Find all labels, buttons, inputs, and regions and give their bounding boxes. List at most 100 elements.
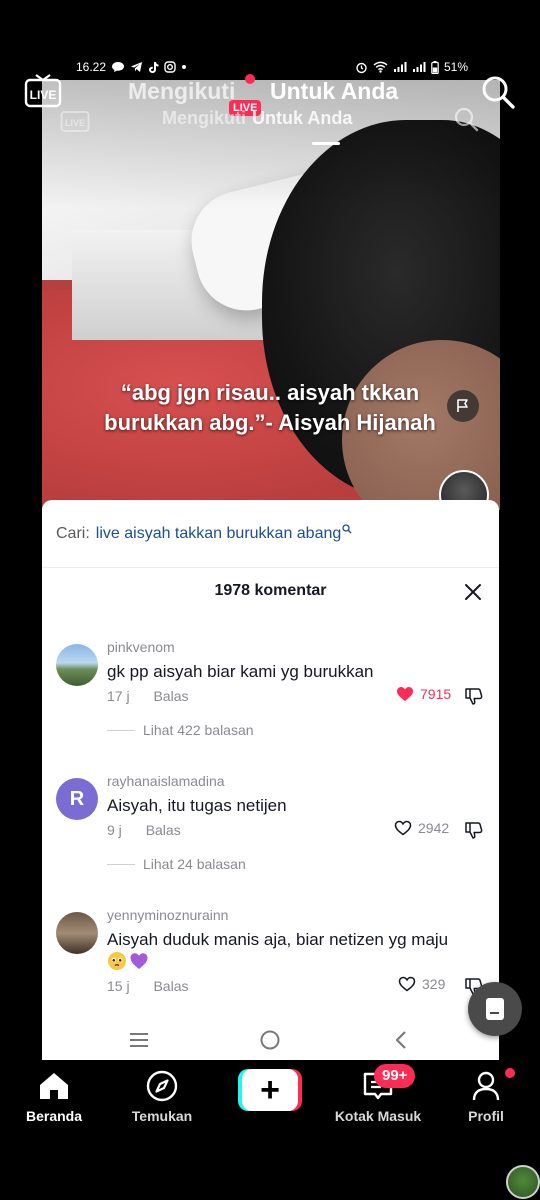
comment-avatar[interactable]: R bbox=[56, 778, 98, 820]
view-replies-button[interactable]: Lihat 24 balasan bbox=[107, 856, 246, 872]
nav-home-label: Beranda bbox=[25, 1108, 83, 1124]
comments-sheet: Cari: live aisyah takkan burukkan abang … bbox=[42, 500, 499, 1060]
nav-profile-label: Profil bbox=[468, 1108, 504, 1124]
nav-discover[interactable]: Temukan bbox=[112, 1070, 212, 1124]
heart-filled-icon bbox=[397, 687, 413, 701]
signal-2-icon bbox=[412, 62, 426, 72]
small-search-icon bbox=[342, 523, 352, 533]
ghost-tab-for-you: Untuk Anda bbox=[252, 108, 353, 128]
like-count: 329 bbox=[422, 976, 446, 992]
like-count: 2942 bbox=[418, 820, 450, 836]
video-caption: “abg jgn risau.. aisyah tkkan burukkan a… bbox=[104, 380, 436, 435]
heart-outline-icon bbox=[398, 976, 416, 992]
nav-discover-label: Temukan bbox=[131, 1108, 193, 1124]
note-icon bbox=[486, 998, 504, 1020]
comment-avatar[interactable] bbox=[56, 644, 98, 686]
instagram-icon bbox=[164, 61, 176, 73]
back-chevron-icon[interactable] bbox=[390, 1028, 414, 1052]
battery-level: 51% bbox=[443, 60, 468, 74]
system-navigation-bar bbox=[42, 1020, 499, 1060]
profile-notification-dot bbox=[505, 1068, 515, 1078]
report-flag-button[interactable] bbox=[447, 390, 479, 422]
like-button[interactable]: 2942 bbox=[394, 820, 449, 836]
reply-button[interactable]: Balas bbox=[153, 688, 188, 704]
svg-text:LIVE: LIVE bbox=[65, 118, 85, 128]
comment-username[interactable]: yennyminoznurainn bbox=[107, 907, 228, 923]
comment-emojis bbox=[107, 951, 149, 971]
comment-meta: 17 j Balas bbox=[107, 688, 189, 704]
ghost-tabs: Mengikuti Untuk Anda bbox=[162, 108, 352, 129]
close-icon[interactable] bbox=[463, 582, 483, 602]
tiktok-icon bbox=[149, 61, 159, 73]
profile-icon bbox=[472, 1071, 500, 1101]
chat-icon bbox=[112, 62, 125, 72]
status-time: 16.22 bbox=[76, 60, 107, 74]
search-query[interactable]: live aisyah takkan burukkan abang bbox=[96, 525, 342, 543]
related-search-link[interactable]: Cari: live aisyah takkan burukkan abang bbox=[42, 500, 499, 568]
like-button[interactable]: 329 bbox=[398, 976, 445, 992]
bottom-navigation: Beranda Temukan + Kotak Masuk 99+ Profil bbox=[0, 1060, 540, 1140]
like-button[interactable]: 7915 bbox=[396, 686, 451, 702]
create-button[interactable]: + bbox=[238, 1069, 302, 1111]
like-count: 7915 bbox=[420, 686, 452, 702]
home-circle-icon[interactable] bbox=[258, 1028, 282, 1052]
dislike-icon[interactable] bbox=[464, 686, 484, 706]
tab-following[interactable]: Mengikuti bbox=[128, 78, 235, 105]
active-tab-underline bbox=[312, 142, 340, 145]
comment-text: Aisyah duduk manis aja, biar netizen yg … bbox=[107, 930, 449, 949]
plus-icon: + bbox=[242, 1069, 298, 1111]
top-tabs: Mengikuti Untuk Anda bbox=[0, 78, 540, 108]
pleading-face-emoji-icon bbox=[108, 952, 126, 970]
signal-icon bbox=[393, 62, 407, 72]
comment-item: R rayhanaislamadina Aisyah, itu tugas ne… bbox=[42, 768, 499, 898]
dislike-icon[interactable] bbox=[464, 820, 484, 840]
recent-apps-icon[interactable] bbox=[127, 1028, 151, 1052]
wifi-icon bbox=[373, 61, 388, 73]
comment-item: pinkvenom gk pp aisyah biar kami yg buru… bbox=[42, 634, 499, 764]
nav-profile[interactable]: Profil bbox=[436, 1070, 536, 1124]
alarm-icon bbox=[356, 62, 367, 73]
avatar-letter: R bbox=[69, 787, 85, 810]
tab-for-you[interactable]: Untuk Anda bbox=[270, 78, 398, 105]
nav-inbox-label: Kotak Masuk bbox=[334, 1108, 422, 1124]
inbox-badge: 99+ bbox=[374, 1064, 416, 1088]
view-replies-button[interactable]: Lihat 422 balasan bbox=[107, 722, 254, 738]
comment-text: Aisyah, itu tugas netijen bbox=[107, 796, 287, 815]
heart-outline-icon bbox=[394, 820, 412, 836]
comment-meta: 9 j Balas bbox=[107, 822, 181, 838]
ghost-tab-following: Mengikuti bbox=[162, 108, 246, 128]
view-replies-label: Lihat 24 balasan bbox=[143, 856, 246, 872]
nav-home[interactable]: Beranda bbox=[4, 1070, 104, 1124]
reply-button[interactable]: Balas bbox=[146, 822, 181, 838]
reply-button[interactable]: Balas bbox=[153, 978, 188, 994]
search-ghost-icon bbox=[454, 107, 479, 132]
purple-heart-emoji-icon bbox=[130, 953, 148, 969]
live-ghost-icon: LIVE bbox=[60, 111, 90, 132]
comments-count-header: 1978 komentar bbox=[214, 582, 327, 599]
comment-time: 15 j bbox=[107, 978, 130, 994]
replies-divider bbox=[107, 729, 135, 731]
flag-icon bbox=[457, 399, 468, 412]
home-icon bbox=[40, 1073, 68, 1099]
more-dot-icon bbox=[182, 65, 187, 69]
status-bar: 16.22 51% bbox=[76, 58, 468, 76]
search-label: Cari: bbox=[56, 524, 90, 542]
following-notification-dot bbox=[245, 74, 255, 84]
search-icon[interactable] bbox=[480, 74, 516, 110]
comment-username[interactable]: pinkvenom bbox=[107, 639, 175, 655]
comment-item: yennyminoznurainn Aisyah duduk manis aja… bbox=[42, 902, 499, 1022]
view-replies-label: Lihat 422 balasan bbox=[143, 722, 254, 738]
watermark-avatar bbox=[506, 1165, 540, 1199]
video-top-gradient bbox=[42, 80, 500, 510]
compass-icon bbox=[146, 1070, 178, 1102]
comment-meta: 15 j Balas bbox=[107, 978, 189, 994]
comment-time: 9 j bbox=[107, 822, 122, 838]
video-player[interactable] bbox=[42, 80, 500, 510]
comment-avatar[interactable] bbox=[56, 912, 98, 954]
comment-time: 17 j bbox=[107, 688, 130, 704]
telegram-icon bbox=[131, 62, 143, 72]
floating-note-button[interactable] bbox=[468, 982, 522, 1036]
replies-divider bbox=[107, 863, 135, 865]
comment-username[interactable]: rayhanaislamadina bbox=[107, 773, 225, 789]
battery-icon bbox=[431, 60, 439, 74]
